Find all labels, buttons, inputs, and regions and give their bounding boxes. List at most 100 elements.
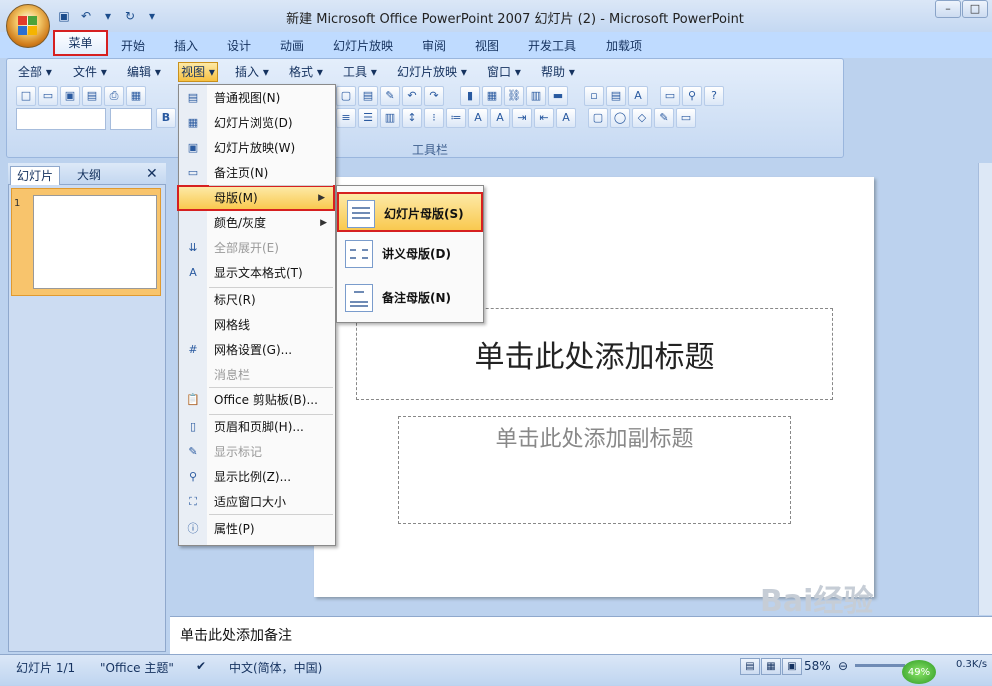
increase-font-icon[interactable]: A: [468, 108, 488, 128]
menu-format[interactable]: 格式 ▾: [289, 63, 323, 81]
hyperlink-icon[interactable]: ⛓: [504, 86, 524, 106]
chart-icon[interactable]: ▮: [460, 86, 480, 106]
menu-view[interactable]: 视图 ▾: [178, 62, 218, 82]
tables-borders-icon[interactable]: ▥: [526, 86, 546, 106]
view-menu-item-8[interactable]: 标尺(R): [179, 289, 335, 311]
view-menu-item-12[interactable]: 📋 Office 剪贴板(B)...: [179, 389, 335, 411]
columns-icon[interactable]: ▥: [380, 108, 400, 128]
tab-animation[interactable]: 动画: [272, 36, 312, 56]
view-menu-item-10[interactable]: # 网格设置(G)...: [179, 339, 335, 361]
view-menu-item-2[interactable]: ▣ 幻灯片放映(W): [179, 137, 335, 159]
print-preview-icon[interactable]: ▦: [126, 86, 146, 106]
paste-icon[interactable]: ▤: [358, 86, 378, 106]
fill-color-icon[interactable]: ◇: [632, 108, 652, 128]
normal-view-button[interactable]: ▤: [740, 658, 760, 675]
view-menu-item-15[interactable]: ⚲ 显示比例(Z)...: [179, 466, 335, 488]
undo-icon[interactable]: ↶: [77, 8, 95, 24]
menu-all[interactable]: 全部 ▾: [18, 63, 52, 81]
redo-icon[interactable]: ↻: [121, 8, 139, 24]
view-menu-item-5[interactable]: 颜色/灰度 ▶: [179, 212, 335, 234]
customize-qat-icon[interactable]: ▾: [143, 8, 161, 24]
view-menu-item-13[interactable]: ▯ 页眉和页脚(H)...: [179, 416, 335, 438]
menu-help[interactable]: 帮助 ▾: [541, 63, 575, 81]
menu-slideshow[interactable]: 幻灯片放映 ▾: [397, 63, 467, 81]
vertical-scrollbar[interactable]: [978, 163, 992, 615]
folder-icon[interactable]: ▭: [660, 86, 680, 106]
save-icon[interactable]: ▣: [60, 86, 80, 106]
menu-insert[interactable]: 插入 ▾: [235, 63, 269, 81]
slide-sorter-button[interactable]: ▦: [761, 658, 781, 675]
menu-edit[interactable]: 编辑 ▾: [127, 63, 161, 81]
font-name-combo[interactable]: [16, 108, 106, 130]
handout-master-item[interactable]: 讲义母版(D): [337, 234, 483, 274]
redo-icon[interactable]: ↷: [424, 86, 444, 106]
tab-addins[interactable]: 加载项: [600, 36, 648, 56]
align-right-icon[interactable]: ≡: [336, 108, 356, 128]
tab-slides[interactable]: 幻灯片: [10, 166, 60, 185]
justify-icon[interactable]: ☰: [358, 108, 378, 128]
office-button[interactable]: [6, 4, 50, 48]
tab-insert[interactable]: 插入: [166, 36, 206, 56]
open-icon[interactable]: ▭: [38, 86, 58, 106]
format-painter-icon[interactable]: ✎: [380, 86, 400, 106]
tab-menu[interactable]: 菜单: [53, 30, 108, 56]
font-color-icon[interactable]: A: [556, 108, 576, 128]
textbox-icon[interactable]: A: [628, 86, 648, 106]
numbering-icon[interactable]: ≔: [446, 108, 466, 128]
zoom-level[interactable]: 58%: [804, 659, 831, 673]
tab-design[interactable]: 设计: [219, 36, 259, 56]
bullets-icon[interactable]: ⁝: [424, 108, 444, 128]
tab-outline[interactable]: 大纲: [62, 166, 116, 185]
view-menu-item-9[interactable]: 网格线: [179, 314, 335, 336]
close-panel-icon[interactable]: ✕: [146, 166, 158, 182]
tab-slideshow[interactable]: 幻灯片放映: [327, 36, 399, 56]
tab-home[interactable]: 开始: [113, 36, 153, 56]
copy-icon[interactable]: ▢: [336, 86, 356, 106]
save-icon[interactable]: ▣: [55, 8, 73, 24]
decrease-indent-icon[interactable]: ⇤: [534, 108, 554, 128]
color-grayscale-icon[interactable]: ▬: [548, 86, 568, 106]
shadow-icon[interactable]: ▭: [676, 108, 696, 128]
subtitle-placeholder[interactable]: 单击此处添加副标题: [398, 416, 791, 524]
table-icon[interactable]: ▦: [482, 86, 502, 106]
zoom-out-icon[interactable]: ⊖: [838, 659, 848, 673]
spell-check-icon[interactable]: ✔: [196, 659, 206, 673]
search-icon[interactable]: ⚲: [682, 86, 702, 106]
menu-window[interactable]: 窗口 ▾: [487, 63, 521, 81]
line-color-icon[interactable]: ✎: [654, 108, 674, 128]
tab-view[interactable]: 视图: [467, 36, 507, 56]
undo-icon[interactable]: ↶: [402, 86, 422, 106]
shapes-icon[interactable]: ◯: [610, 108, 630, 128]
new-icon[interactable]: □: [16, 86, 36, 106]
new-slide-icon[interactable]: ▫: [584, 86, 604, 106]
notes-master-item[interactable]: 备注母版(N): [337, 278, 483, 318]
restore-button[interactable]: □: [962, 0, 988, 18]
minimize-button[interactable]: –: [935, 0, 961, 18]
view-menu-item-0[interactable]: ▤ 普通视图(N): [179, 87, 335, 109]
design-icon[interactable]: ▢: [588, 108, 608, 128]
notes-pane[interactable]: 单击此处添加备注: [170, 616, 992, 654]
tab-developer[interactable]: 开发工具: [522, 36, 582, 56]
help-icon[interactable]: ?: [704, 86, 724, 106]
tab-review[interactable]: 审阅: [414, 36, 454, 56]
zoom-slider[interactable]: [855, 664, 905, 667]
view-menu-item-16[interactable]: ⛶ 适应窗口大小: [179, 491, 335, 513]
layout-icon[interactable]: ▤: [606, 86, 626, 106]
view-menu-item-17[interactable]: ⓘ 属性(P): [179, 518, 335, 540]
decrease-font-icon[interactable]: A: [490, 108, 510, 128]
menu-file[interactable]: 文件 ▾: [73, 63, 107, 81]
font-size-combo[interactable]: [110, 108, 152, 130]
line-spacing-icon[interactable]: ↕: [402, 108, 422, 128]
slideshow-button[interactable]: ▣: [782, 658, 802, 675]
view-menu-item-3[interactable]: ▭ 备注页(N): [179, 162, 335, 184]
menu-tools[interactable]: 工具 ▾: [343, 63, 377, 81]
permission-icon[interactable]: ▤: [82, 86, 102, 106]
view-menu-item-7[interactable]: A 显示文本格式(T): [179, 262, 335, 284]
increase-indent-icon[interactable]: ⇥: [512, 108, 532, 128]
view-menu-item-1[interactable]: ▦ 幻灯片浏览(D): [179, 112, 335, 134]
print-icon[interactable]: ⎙: [104, 86, 124, 106]
bold-icon[interactable]: B: [156, 108, 176, 128]
view-menu-item-4[interactable]: 母版(M) ▶: [177, 185, 335, 211]
undo-dropdown-icon[interactable]: ▾: [99, 8, 117, 24]
slide-master-item[interactable]: 幻灯片母版(S): [337, 192, 483, 232]
